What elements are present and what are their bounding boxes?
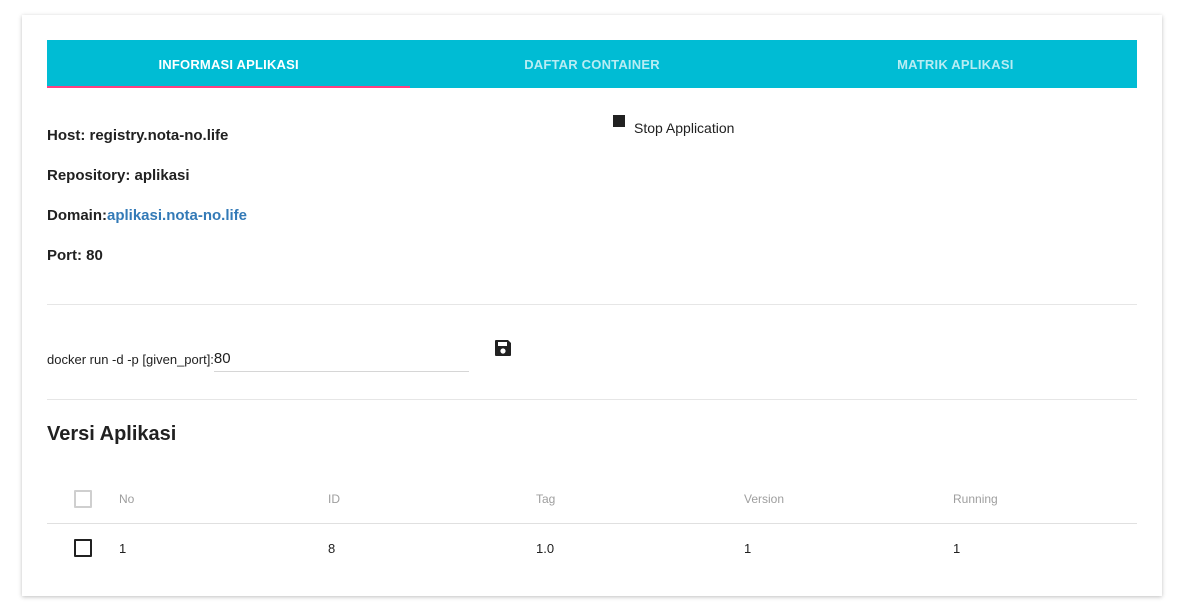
domain-label: Domain: (47, 207, 107, 224)
divider (47, 399, 1137, 400)
column-header-id[interactable]: ID (328, 475, 340, 523)
tab-daftar-container[interactable]: DAFTAR CONTAINER (410, 40, 773, 88)
column-header-version[interactable]: Version (744, 475, 784, 523)
cell-id: 8 (328, 540, 336, 556)
docker-command-label: docker run -d -p [given_port]: (47, 352, 214, 367)
stop-icon (613, 115, 625, 127)
versions-title: Versi Aplikasi (47, 423, 177, 445)
repository-info: Repository: aplikasi (47, 167, 190, 184)
tab-informasi-aplikasi[interactable]: INFORMASI APLIKASI (47, 40, 411, 88)
column-header-no[interactable]: No (119, 475, 134, 523)
cell-running: 1 (953, 540, 961, 556)
tab-matrik-aplikasi[interactable]: MATRIK APLIKASI (774, 40, 1137, 88)
versions-table: No ID Tag Version Running 1 8 1.0 1 1 (47, 475, 1137, 572)
host-info: Host: registry.nota-no.life (47, 127, 229, 144)
app-info: Host: registry.nota-no.life Repository: … (47, 127, 247, 287)
cell-tag: 1.0 (536, 540, 555, 556)
domain-link[interactable]: aplikasi.nota-no.life (107, 207, 247, 224)
app-info-card: INFORMASI APLIKASI DAFTAR CONTAINER MATR… (22, 15, 1162, 596)
save-button[interactable] (493, 338, 513, 358)
column-header-running[interactable]: Running (953, 475, 998, 523)
domain-info: Domain:aplikasi.nota-no.life (47, 207, 247, 247)
port-info: Port: 80 (47, 247, 103, 264)
floppy-disk-icon (495, 340, 511, 356)
select-all-checkbox[interactable] (74, 490, 92, 508)
stop-application-label: Stop Application (634, 120, 735, 136)
tab-bar: INFORMASI APLIKASI DAFTAR CONTAINER MATR… (47, 40, 1137, 88)
row-checkbox[interactable] (74, 539, 92, 557)
column-header-tag[interactable]: Tag (536, 475, 555, 523)
docker-command: docker run -d -p [given_port]: (47, 345, 469, 372)
stop-application-button[interactable]: Stop Application (613, 114, 734, 136)
divider (47, 304, 1137, 305)
table-row[interactable]: 1 8 1.0 1 1 (47, 524, 1137, 572)
cell-version: 1 (744, 540, 752, 556)
cell-no: 1 (119, 540, 127, 556)
table-header-row: No ID Tag Version Running (47, 475, 1137, 524)
port-input[interactable] (213, 345, 469, 372)
